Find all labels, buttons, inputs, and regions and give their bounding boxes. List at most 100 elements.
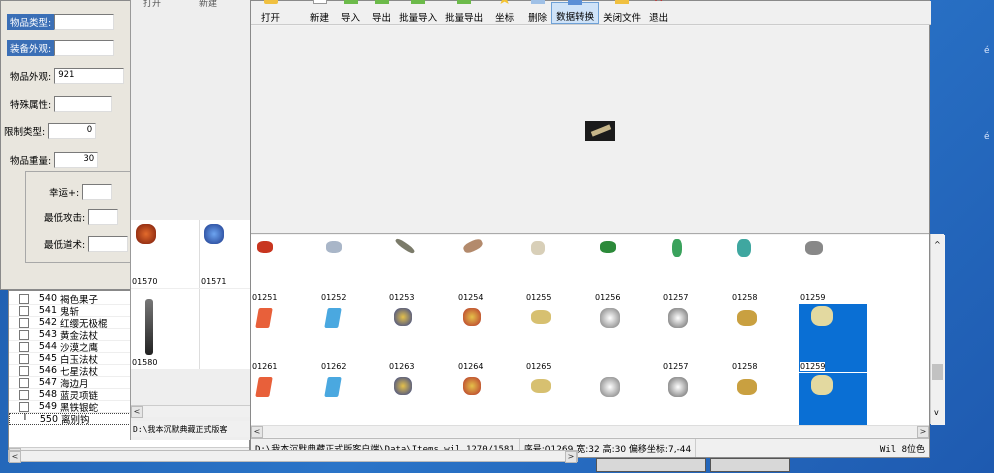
item-id: 540	[38, 293, 57, 304]
grid-cell[interactable]	[320, 373, 388, 425]
item-sprite-icon	[811, 375, 833, 395]
scroll-right-icon[interactable]: >	[917, 426, 929, 438]
row-checkbox[interactable]	[19, 389, 29, 400]
grid-cell[interactable]	[457, 373, 525, 425]
coordinate-button[interactable]: 坐标	[491, 0, 518, 24]
grid-cell[interactable]: 01257	[662, 304, 730, 372]
grid-horizontal-scrollbar[interactable]: < >	[251, 425, 929, 438]
special-attr-input[interactable]	[54, 96, 113, 112]
grid-cell[interactable]: 01257	[662, 235, 730, 303]
grid-cell[interactable]	[388, 373, 456, 425]
taskbar-button[interactable]	[710, 458, 790, 472]
scroll-right-icon[interactable]: >	[565, 451, 577, 463]
item-id: 549	[38, 401, 57, 412]
item-sprite-icon	[463, 308, 481, 326]
thumbnail-cell[interactable]: 01570	[131, 220, 200, 288]
item-type-input[interactable]	[54, 14, 115, 30]
row-checkbox[interactable]	[19, 353, 29, 364]
grid-cell[interactable]: 01255	[525, 235, 593, 303]
toolbar-label[interactable]: 打开	[143, 0, 161, 9]
grid-cell[interactable]	[525, 373, 593, 425]
item-id: 542	[38, 317, 57, 328]
item-id: 550	[39, 413, 58, 425]
item-sprite-icon	[811, 306, 833, 326]
scroll-down-icon[interactable]: v	[934, 408, 939, 417]
row-checkbox[interactable]	[19, 377, 29, 388]
field-equip-look: 装备外观:	[7, 39, 115, 57]
open-button[interactable]: 打开	[257, 0, 284, 24]
data-convert-button[interactable]: 数据转换	[551, 0, 600, 24]
grid-cell[interactable]: 01261	[251, 304, 319, 372]
image-preview	[251, 26, 929, 234]
button-label: 数据转换	[556, 12, 595, 23]
grid-cell[interactable]	[731, 373, 799, 425]
luck-input[interactable]	[82, 184, 113, 200]
taskbar-button[interactable]	[596, 458, 706, 472]
batch-export-button[interactable]: 批量导出	[441, 0, 487, 24]
grid-cell[interactable]	[594, 373, 662, 425]
grid-cell[interactable]: 01264	[457, 304, 525, 372]
field-label: 物品外观:	[10, 72, 52, 83]
grid-cell[interactable]: 01256	[594, 235, 662, 303]
main-horizontal-scrollbar[interactable]: < >	[8, 450, 578, 463]
grid-cell[interactable]	[662, 373, 730, 425]
field-min-taoism: 最低道术:	[41, 235, 129, 253]
field-label: 装备外观:	[7, 40, 55, 56]
field-label: 限制类型:	[4, 127, 46, 138]
cell-index: 01257	[663, 293, 689, 302]
new-button[interactable]: 新建	[306, 0, 333, 24]
import-button[interactable]: 导入	[337, 0, 364, 24]
button-label: 批量导入	[399, 13, 438, 24]
row-checkbox[interactable]	[19, 401, 29, 412]
grid-cell[interactable]: 01252	[320, 235, 388, 303]
thumbnail-horizontal-scrollbar[interactable]: <	[131, 405, 251, 418]
delete-button[interactable]: 删除	[524, 0, 551, 24]
row-checkbox[interactable]	[19, 365, 29, 376]
wil-viewer-window: 打开 新建 导入 导出 批量导入 批量导出 坐标 删除 数据转换 关闭文件 ✕ 退…	[250, 0, 945, 458]
grid-cell[interactable]: 01259	[799, 235, 867, 303]
toolbar-label[interactable]: 新建	[199, 0, 217, 9]
close-file-button[interactable]: 关闭文件	[599, 0, 645, 24]
thumbnail-cell[interactable]: 01580	[131, 289, 200, 369]
item-sprite-icon	[461, 237, 485, 255]
grid-cell[interactable]	[594, 304, 662, 372]
item-look-input[interactable]: 921	[54, 68, 125, 84]
grid-scrollbar-track[interactable]: ^ v	[930, 234, 944, 424]
scroll-left-icon[interactable]: <	[9, 451, 21, 463]
row-checkbox[interactable]	[19, 293, 29, 304]
scroll-left-icon[interactable]: <	[131, 406, 143, 418]
batch-import-button[interactable]: 批量导入	[395, 0, 441, 24]
exit-button[interactable]: ✕ 退出	[645, 0, 672, 24]
button-label: 关闭文件	[603, 13, 642, 24]
grid-cell[interactable]	[251, 373, 319, 425]
sprite-grid[interactable]: 01251 01252 01253 01254 01255 01256 0125…	[251, 235, 929, 425]
item-sprite-icon	[394, 308, 412, 326]
item-weight-input[interactable]: 30	[54, 152, 99, 168]
folder-icon	[263, 0, 278, 4]
row-checkbox[interactable]	[19, 317, 29, 328]
grid-cell-selected[interactable]	[799, 373, 867, 425]
row-checkbox[interactable]	[19, 329, 29, 340]
batch-import-icon	[411, 0, 426, 4]
grid-cell[interactable]: 01253	[388, 235, 456, 303]
thumbnail-label: 01580	[132, 358, 158, 367]
scrollbar-thumb[interactable]	[932, 364, 943, 380]
row-checkbox[interactable]	[19, 305, 29, 316]
export-button[interactable]: 导出	[368, 0, 395, 24]
scroll-left-icon[interactable]: <	[251, 426, 263, 438]
grid-cell[interactable]: 01254	[457, 235, 525, 303]
min-attack-input[interactable]	[88, 209, 119, 225]
grid-cell-selected[interactable]: 01259	[799, 304, 867, 372]
grid-cell[interactable]: 01262	[320, 304, 388, 372]
grid-cell[interactable]: 01263	[388, 304, 456, 372]
close-icon: ✕	[652, 0, 666, 4]
equip-look-input[interactable]	[54, 40, 115, 56]
scroll-up-icon[interactable]: ^	[934, 240, 941, 249]
min-taoism-input[interactable]	[88, 236, 129, 252]
grid-cell[interactable]: 01251	[251, 235, 319, 303]
grid-cell[interactable]: 01258	[731, 304, 799, 372]
item-id: 545	[38, 353, 57, 364]
grid-cell[interactable]: 01258	[731, 235, 799, 303]
limit-type-input[interactable]: 0	[48, 123, 97, 139]
row-checkbox[interactable]	[19, 341, 29, 352]
